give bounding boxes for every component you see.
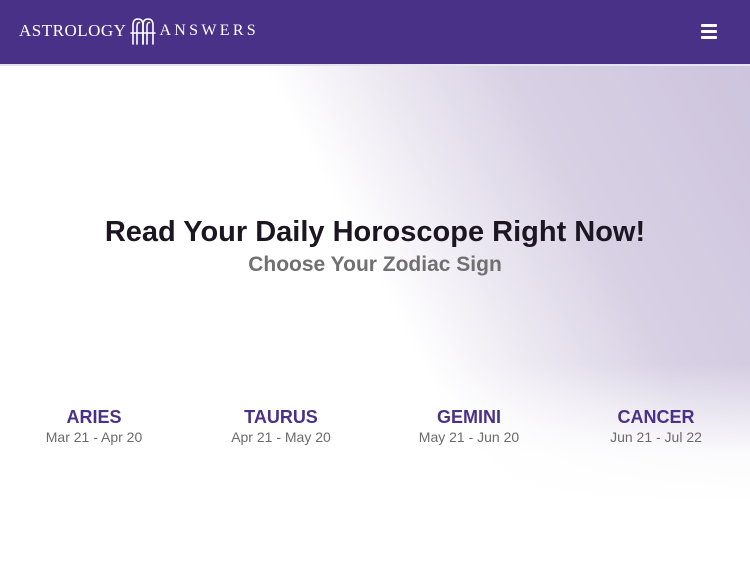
hamburger-menu-icon[interactable] [696, 20, 722, 42]
zodiac-sign-dates: Apr 21 - May 20 [231, 429, 331, 445]
zodiac-sign-gemini[interactable]: GEMINI May 21 - Jun 20 [394, 406, 544, 446]
page-title: Read Your Daily Horoscope Right Now! [104, 216, 646, 248]
zodiac-sign-taurus[interactable]: TAURUS Apr 21 - May 20 [206, 406, 356, 446]
aa-monogram-icon [130, 18, 157, 45]
menu-bar-top [701, 24, 717, 27]
menu-bar-middle [701, 30, 717, 33]
astrology-answers-logo[interactable]: ASTROLOGY ANSWERS [19, 17, 259, 45]
logo-word-astrology: ASTROLOGY [19, 21, 127, 40]
hero-background-fade [0, 66, 750, 563]
zodiac-sign-name: CANCER [617, 407, 695, 427]
zodiac-sign-dates: May 21 - Jun 20 [418, 429, 520, 445]
zodiac-sign-cancer[interactable]: CANCER Jun 21 - Jul 22 [581, 406, 731, 446]
zodiac-sign-aries[interactable]: ARIES Mar 21 - Apr 20 [19, 406, 169, 446]
menu-bar-bottom [701, 36, 717, 39]
zodiac-sign-name: TAURUS [244, 407, 318, 427]
zodiac-sign-dates: Jun 21 - Jul 22 [610, 429, 702, 445]
zodiac-sign-name: ARIES [66, 407, 122, 427]
hero-section: Read Your Daily Horoscope Right Now! Cho… [0, 66, 750, 563]
site-header: ASTROLOGY ANSWERS [0, 0, 750, 66]
page-subtitle: Choose Your Zodiac Sign [248, 253, 502, 276]
zodiac-sign-dates: Mar 21 - Apr 20 [45, 429, 143, 445]
logo-word-answers: ANSWERS [159, 22, 260, 39]
zodiac-sign-name: GEMINI [436, 407, 501, 427]
